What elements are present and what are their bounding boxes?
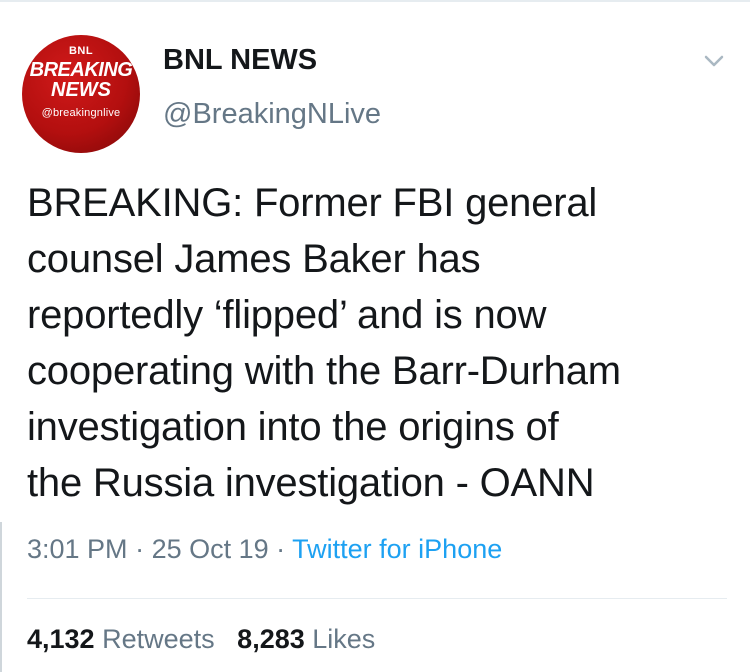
display-name[interactable]: BNL NEWS [163,44,317,77]
avatar-handle-text: @breakingnlive [41,107,121,119]
thread-line [0,522,2,672]
retweets-stat[interactable]: 4,132 Retweets [27,624,215,654]
meta-separator: · [268,534,293,564]
likes-count: 8,283 [237,624,305,654]
avatar-top-text: BNL [68,45,94,57]
stats-divider [27,598,727,599]
tweet-time[interactable]: 3:01 PM [27,534,128,564]
avatar-line2: NEWS [51,79,111,101]
retweets-label: Retweets [102,624,215,654]
tweet-stats: 4,132 Retweets 8,283 Likes [27,624,375,655]
likes-stat[interactable]: 8,283 Likes [237,624,375,654]
tweet-source-link[interactable]: Twitter for iPhone [292,534,502,564]
meta-separator: · [127,534,152,564]
avatar[interactable]: BNL BREAKING NEWS @breakingnlive [22,35,140,153]
chevron-down-icon[interactable] [700,47,728,75]
likes-label: Likes [312,624,376,654]
user-handle[interactable]: @BreakingNLive [163,98,381,131]
retweets-count: 4,132 [27,624,95,654]
tweet-meta: 3:01 PM · 25 Oct 19 · Twitter for iPhone [27,534,502,565]
top-divider [0,0,750,2]
tweet-text: BREAKING: Former FBI general counsel Jam… [27,181,621,505]
tweet-date[interactable]: 25 Oct 19 [152,534,269,564]
